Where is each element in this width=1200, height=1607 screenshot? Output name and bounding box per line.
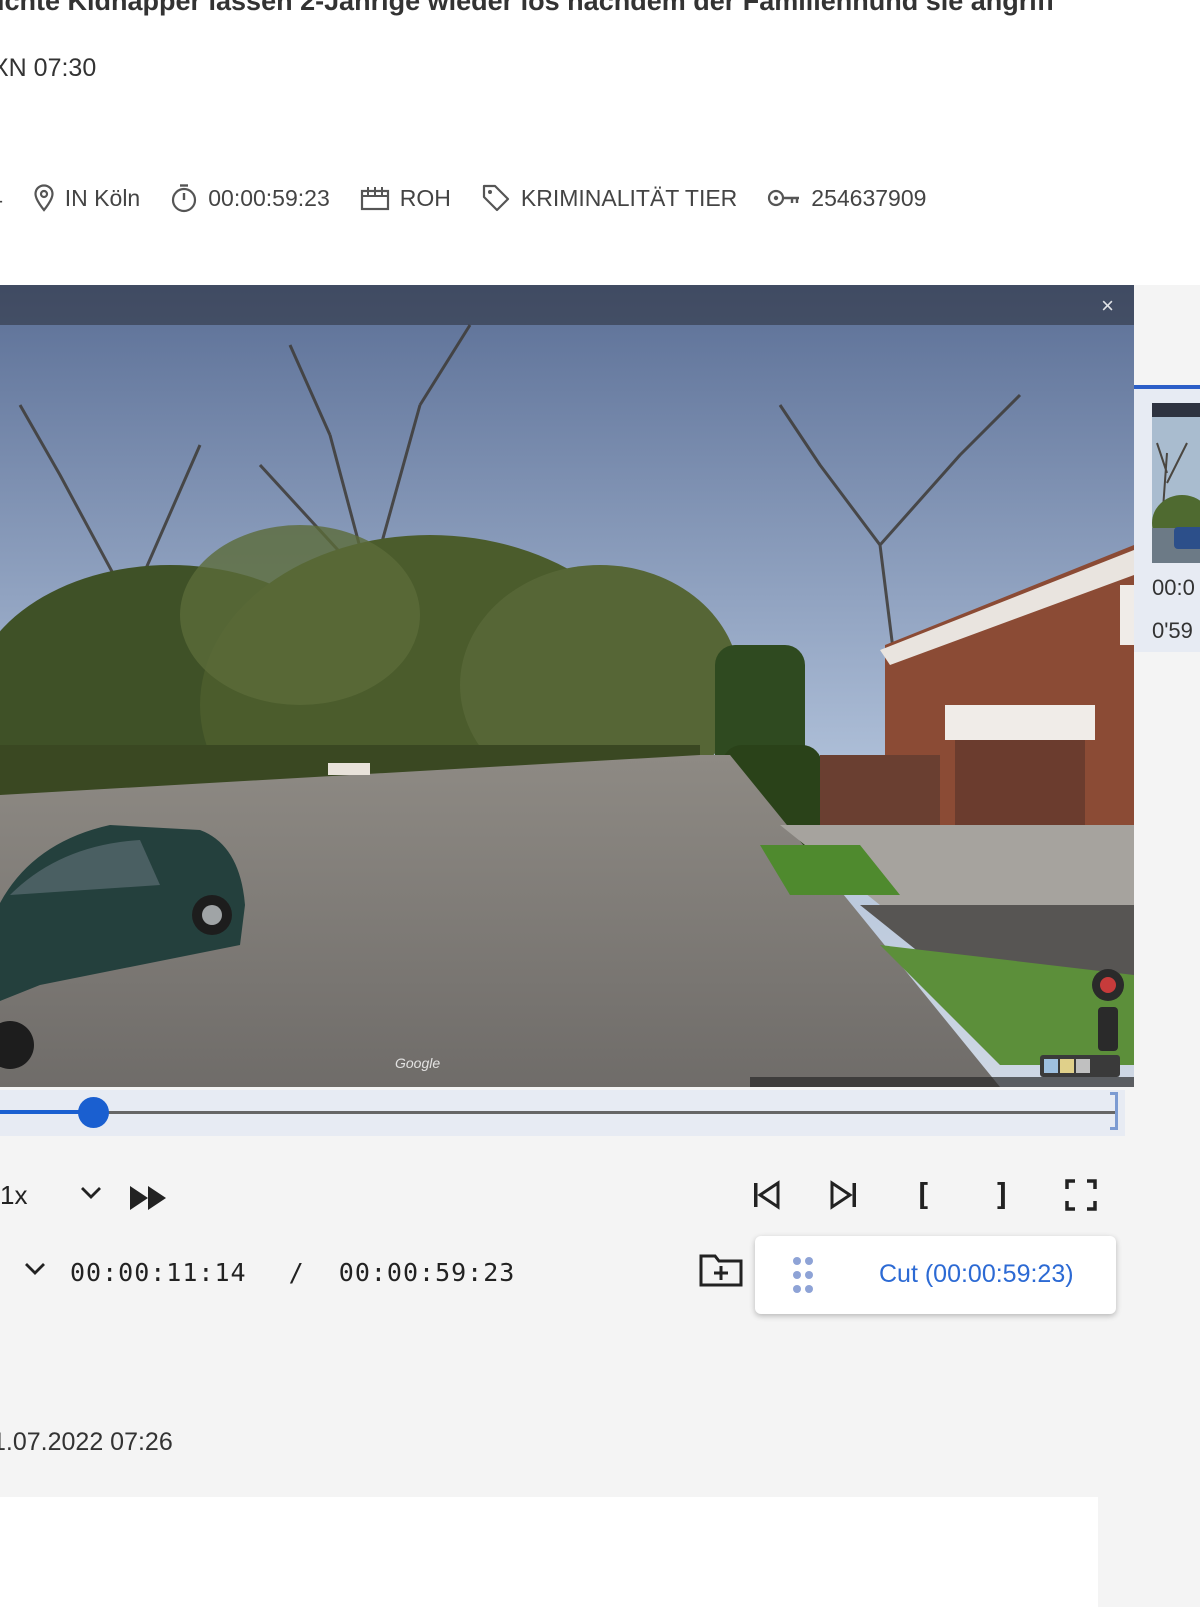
folder-plus-icon[interactable] [698, 1250, 744, 1288]
cut-label[interactable]: Cut (00:00:59:23) [879, 1260, 1074, 1289]
skip-to-end-button[interactable] [827, 1178, 861, 1212]
cut-item[interactable]: Cut (00:00:59:23) [755, 1236, 1116, 1314]
meta-duration-label: 00:00:59:23 [208, 184, 330, 211]
clapperboard-icon [360, 187, 389, 211]
thumbnail-image [1152, 403, 1200, 563]
chevron-down-icon[interactable] [22, 1258, 48, 1280]
playback-speed[interactable]: 1x [0, 1180, 27, 1211]
meta-id-label: 254637909 [811, 184, 927, 211]
meta-location-label: IN Köln [64, 184, 141, 211]
created-date: 1.07.2022 07:26 [0, 1428, 173, 1456]
page-title: uchte Kidnapper lassen 2-Jährige wieder … [0, 0, 1055, 16]
timecode-display: 00:00:11:14 / 00:00:59:23 [70, 1258, 515, 1287]
mark-in-button[interactable]: [ [906, 1178, 940, 1213]
clip-thumbnail[interactable] [1152, 403, 1200, 563]
close-icon[interactable]: × [1101, 293, 1114, 319]
seek-track[interactable] [0, 1111, 1115, 1114]
google-watermark: Google [395, 1055, 441, 1071]
total-time: 00:00:59:23 [338, 1258, 516, 1287]
mark-out-button[interactable]: ] [985, 1178, 1019, 1213]
meta-type-label: ROH [399, 184, 451, 211]
channel-time: XN 07:30 [0, 54, 97, 82]
current-time: 00:00:11:14 [70, 1258, 247, 1287]
clip-timecode-duration: 0'59 [1152, 618, 1193, 643]
meta-fragment-label: 4 [0, 185, 3, 212]
tag-icon [482, 184, 509, 212]
seek-end-bracket[interactable] [1110, 1092, 1118, 1130]
fullscreen-button[interactable] [1064, 1178, 1098, 1212]
seek-handle[interactable] [78, 1097, 109, 1128]
seek-bar[interactable] [0, 1090, 1125, 1136]
time-separator: / [288, 1258, 305, 1287]
meta-tags-label: KRIMINALITÄT TIER [520, 184, 738, 211]
clip-sidebar[interactable]: 00:0 0'59 [1134, 385, 1200, 652]
chevron-down-icon[interactable] [78, 1181, 104, 1203]
header-area [0, 0, 1200, 285]
skip-to-start-icon [754, 1180, 780, 1210]
clip-timecode-start: 00:0 [1152, 575, 1195, 600]
meta-fragment: 4 [0, 185, 3, 212]
description-panel [0, 1497, 1098, 1607]
video-player[interactable]: × Google [0, 285, 1134, 1087]
drag-handle-icon[interactable] [791, 1256, 815, 1294]
meta-location: IN Köln [33, 184, 140, 212]
fast-forward-icon[interactable] [128, 1183, 172, 1213]
skip-to-end-icon [830, 1180, 856, 1210]
meta-id: 254637909 [767, 185, 926, 212]
skip-to-start-button[interactable] [749, 1178, 783, 1212]
map-pin-icon [34, 184, 54, 212]
meta-duration: 00:00:59:23 [170, 183, 330, 213]
metadata-row: 4 IN Köln 00:00:59:23 ROH KRIMINALIT [0, 180, 956, 216]
video-frame [0, 285, 1134, 1087]
stopwatch-icon [172, 184, 197, 213]
meta-type: ROH [360, 185, 451, 212]
meta-tags: KRIMINALITÄT TIER [481, 183, 737, 213]
key-icon [768, 189, 800, 207]
fullscreen-icon [1065, 1179, 1097, 1211]
